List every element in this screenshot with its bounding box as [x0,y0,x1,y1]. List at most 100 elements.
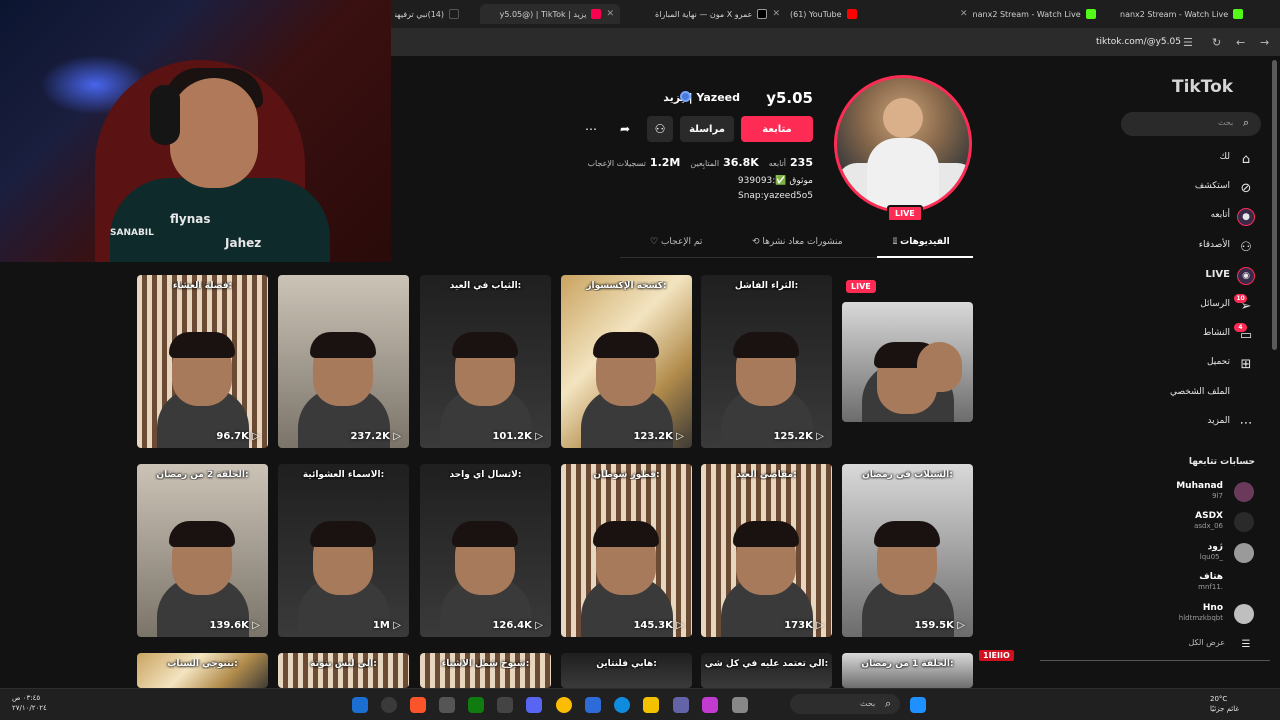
video-caption: الحلقة 1 من رمضان: [861,659,954,669]
x-icon [757,9,768,19]
video-thumbnail[interactable]: الحلقة 1 من رمضان: [842,653,973,688]
windows-start-icon[interactable] [910,697,926,713]
active-tab-indicator [877,256,973,258]
close-icon[interactable]: ✕ [606,9,614,19]
video-thumbnail[interactable]: الحلقة 2 من رمضان: 139.6K ▷ [137,464,268,637]
video-thumbnail[interactable]: الأسماء العشوائية: 1M ▷ [278,464,409,637]
taskbar-weather[interactable]: 20°C غائم جزئيًا [1210,694,1239,714]
xbox-icon[interactable] [468,697,484,713]
close-icon[interactable]: ✕ [772,9,780,19]
screen: (14)نبي ترفيهنا ✕ يزيد | y5.05@) | TikTo… [0,0,1280,720]
browser-tab-active[interactable]: ✕ يزيد | y5.05@) | TikTok [480,4,620,24]
video-thumbnail[interactable]: الشيلات في رمضان: 159.5K ▷ [842,464,973,637]
share-icon[interactable]: ➦ [612,116,638,142]
tab-liked[interactable]: ♡ تم الإعجاب [650,237,702,247]
video-caption: الحلقة 2 من رمضان: [156,470,249,480]
video-view-count: 125.2K ▷ [773,431,824,442]
browser-tab[interactable]: nanx2 Stream - Watch Live [1120,4,1260,24]
avatar [1234,604,1254,624]
video-thumbnail[interactable]: الي تعتمد عليه في كل شي: [701,653,832,688]
teams-icon[interactable] [673,697,689,713]
reload-icon[interactable]: ↻ [1212,36,1221,49]
tab-label: nanx2 Stream - Watch Live [972,9,1081,19]
video-thumbnail[interactable]: هابي فلنتاين: [561,653,692,688]
store-icon[interactable] [585,697,601,713]
forward-icon[interactable]: ← [1236,36,1245,49]
url-text[interactable]: tiktok.com/@y5.05 [1096,37,1181,47]
chrome-icon[interactable] [556,697,572,713]
video-thumbnail[interactable]: فصلة العشاء: 96.7K ▷ [137,275,268,448]
obs-icon[interactable] [381,697,397,713]
tab-videos[interactable]: ⦙⦙ الفيديوهات [893,237,950,247]
video-caption: هابي فلنتاين: [596,659,657,669]
weather-desc: غائم جزئيًا [1210,705,1240,713]
back-icon[interactable]: → [1260,36,1269,49]
video-caption: الأسماء العشوائية: [302,470,385,480]
search-input[interactable] [1121,112,1261,136]
search-icon[interactable]: ⌕ [1243,116,1249,130]
discord-icon[interactable] [526,697,542,713]
view-count-number: 145.3K [633,620,673,631]
video-caption: شيوخ شمل الأشياء: [441,659,530,669]
video-thumbnail[interactable]: كشخة الإكسسوار: 123.2K ▷ [561,275,692,448]
video-view-count: 1M ▷ [373,620,401,631]
follow-button[interactable]: متابعة [741,116,813,142]
list-icon[interactable]: ☰ [1237,635,1255,653]
video-thumbnail[interactable]: يتنوجي السناب: [137,653,268,688]
edge-icon[interactable] [614,697,630,713]
browser-tab[interactable]: (14)نبي ترفيهنا [395,4,459,24]
view-count-number: 1M [372,620,390,631]
sidebar-item-label: تحميل [1206,357,1230,367]
video-caption: لاتسأل اي واحد: [449,470,522,480]
steam-icon[interactable] [352,697,368,713]
play-icon: ▷ [531,620,543,631]
live-badge[interactable]: LIVE [887,205,923,222]
close-icon[interactable]: ✕ [960,9,968,19]
page-scrollbar[interactable] [1272,60,1277,350]
show-all-link[interactable]: عرض الكل [1110,638,1225,647]
stat-label: أتابعه [768,159,787,168]
folder-icon[interactable] [643,697,659,713]
stat-following[interactable]: 235أتابعه [769,151,813,170]
more-options-icon[interactable]: ⋯ [578,116,604,142]
message-button[interactable]: مراسلة [680,116,734,142]
widget-icon[interactable] [732,697,748,713]
video-thumbnail[interactable]: مقاضي العيد: 173K ▷ [701,464,832,637]
sidebar-item-label: الأصدقاء [1198,240,1230,250]
browser-tab[interactable]: ✕ nanx2 Stream - Watch Live [960,4,1110,24]
video-thumbnail[interactable]: لاتسأل اي واحد: 126.4K ▷ [420,464,551,637]
person-hair [733,332,799,359]
verified-icon [680,91,691,102]
video-thumbnail[interactable]: 237.2K ▷ [278,275,409,448]
video-caption: الي لبس بنوتة: [310,659,377,669]
stat-followers[interactable]: 36.8Kالمتابِعين [690,151,758,170]
profile-avatar[interactable] [834,75,972,213]
video-caption: الثياب في العيد: [449,281,522,291]
app-icon[interactable] [497,697,513,713]
video-thumbnail[interactable]: الثراء الفاشل: 125.2K ▷ [701,275,832,448]
view-count-number: 159.5K [914,620,954,631]
video-thumbnail[interactable]: فطور شوطان: 145.3K ▷ [561,464,692,637]
brave-icon[interactable] [410,697,426,713]
video-thumbnail[interactable]: شيوخ شمل الأشياء: [420,653,551,688]
video-caption: الي تعتمد عليه في كل شي: [704,659,829,669]
browser-tab[interactable]: (61) YouTube [790,4,900,24]
copilot-icon[interactable] [702,697,718,713]
video-view-count: 123.2K ▷ [633,431,684,442]
bio-line: Snap:yazeed5o5 [738,191,813,201]
heart-icon: ♡ [650,237,661,247]
tab-reposts[interactable]: ⟲ منشورات معاد نشرها [752,237,843,247]
profile-stats: 235أتابعه 36.8Kالمتابِعين 1.2Mتسجيلات ال… [587,151,813,170]
weather-temp: 20°C [1210,695,1228,703]
tune-icon[interactable]: ☰ [1183,36,1193,49]
terminal-icon[interactable] [439,697,455,713]
video-thumbnail[interactable] [842,302,973,422]
video-thumbnail[interactable]: الي لبس بنوتة: [278,653,409,688]
taskbar-search[interactable] [790,694,900,714]
taskbar-clock[interactable]: ٠٣:٤٥ ص ٢٧/١٠/٢٠٢٤ [12,693,47,713]
video-thumbnail[interactable]: الثياب في العيد: 101.2K ▷ [420,275,551,448]
tiktok-logo[interactable]: TikTok [1172,77,1233,97]
browser-tab[interactable]: ✕ عمرو X مون — نهاية المباراة [630,4,780,24]
video-view-count: 237.2K ▷ [350,431,401,442]
add-friend-icon[interactable]: ⚇ [647,116,673,142]
